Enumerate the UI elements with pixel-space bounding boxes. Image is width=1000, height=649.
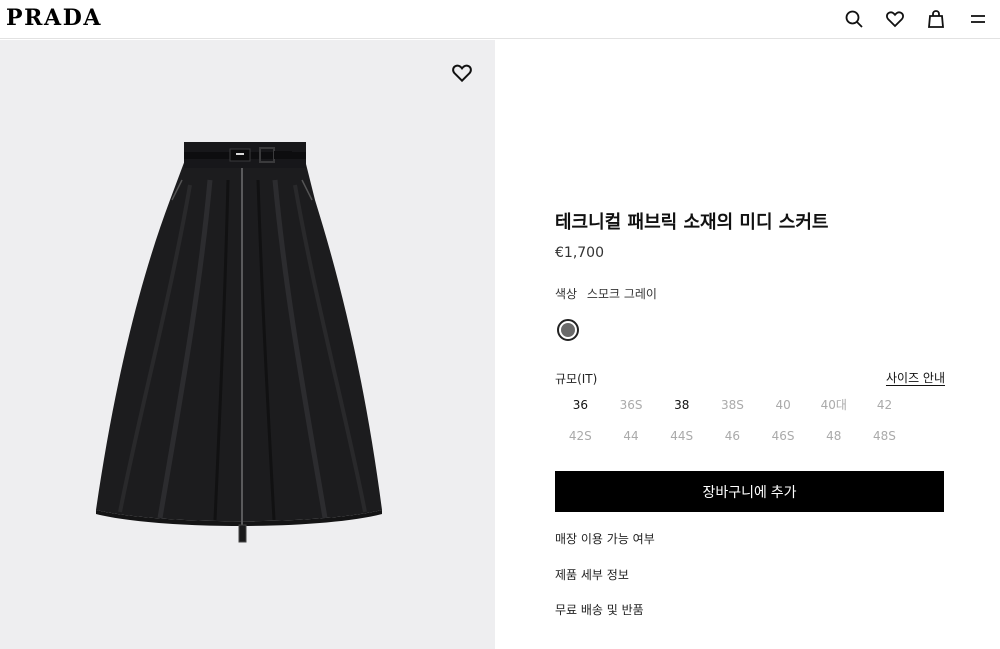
color-label: 색상: [555, 287, 578, 301]
product-price: €1,700: [555, 245, 604, 261]
size-option[interactable]: 46: [707, 426, 758, 446]
size-grid: 36 36S 38 38S 40 40대 42 42S 44 44S 46 46…: [555, 395, 915, 446]
size-option[interactable]: 40대: [808, 395, 859, 415]
free-shipping-returns-link[interactable]: 무료 배송 및 반품: [555, 602, 644, 618]
color-value: 스모크 그레이: [586, 287, 657, 301]
color-swatch-smoke-grey[interactable]: [557, 319, 579, 341]
size-option[interactable]: 42: [859, 395, 910, 415]
size-option[interactable]: 38S: [707, 395, 758, 415]
size-option[interactable]: 36: [555, 395, 606, 415]
size-option[interactable]: 44: [606, 426, 657, 446]
size-option[interactable]: 48: [808, 426, 859, 446]
menu-icon[interactable]: [967, 8, 989, 30]
swatch-color-dot: [561, 323, 575, 337]
product-image-panel[interactable]: [0, 40, 495, 649]
size-option[interactable]: 36S: [606, 395, 657, 415]
color-row: 색상 스모크 그레이: [555, 286, 663, 302]
size-option[interactable]: 42S: [555, 426, 606, 446]
product-image-skirt: [96, 142, 382, 543]
product-details-link[interactable]: 제품 세부 정보: [555, 567, 629, 583]
size-option[interactable]: 48S: [859, 426, 910, 446]
size-option[interactable]: 44S: [656, 426, 707, 446]
header: PRADA: [0, 0, 1000, 39]
size-label: 규모(IT): [555, 372, 598, 386]
heart-icon[interactable]: [884, 8, 906, 30]
size-option[interactable]: 46S: [758, 426, 809, 446]
product-title: 테크니컬 패브릭 소재의 미디 스커트: [555, 212, 829, 233]
shopping-bag-icon[interactable]: [925, 8, 947, 30]
size-guide-link[interactable]: 사이즈 안내: [886, 370, 945, 386]
size-option[interactable]: 38: [656, 395, 707, 415]
size-option[interactable]: 40: [758, 395, 809, 415]
store-availability-link[interactable]: 매장 이용 가능 여부: [555, 531, 655, 547]
prada-logo[interactable]: PRADA: [6, 5, 102, 31]
wishlist-heart-icon[interactable]: [451, 62, 473, 84]
add-to-cart-button[interactable]: 장바구니에 추가: [555, 471, 944, 512]
search-icon[interactable]: [843, 8, 865, 30]
